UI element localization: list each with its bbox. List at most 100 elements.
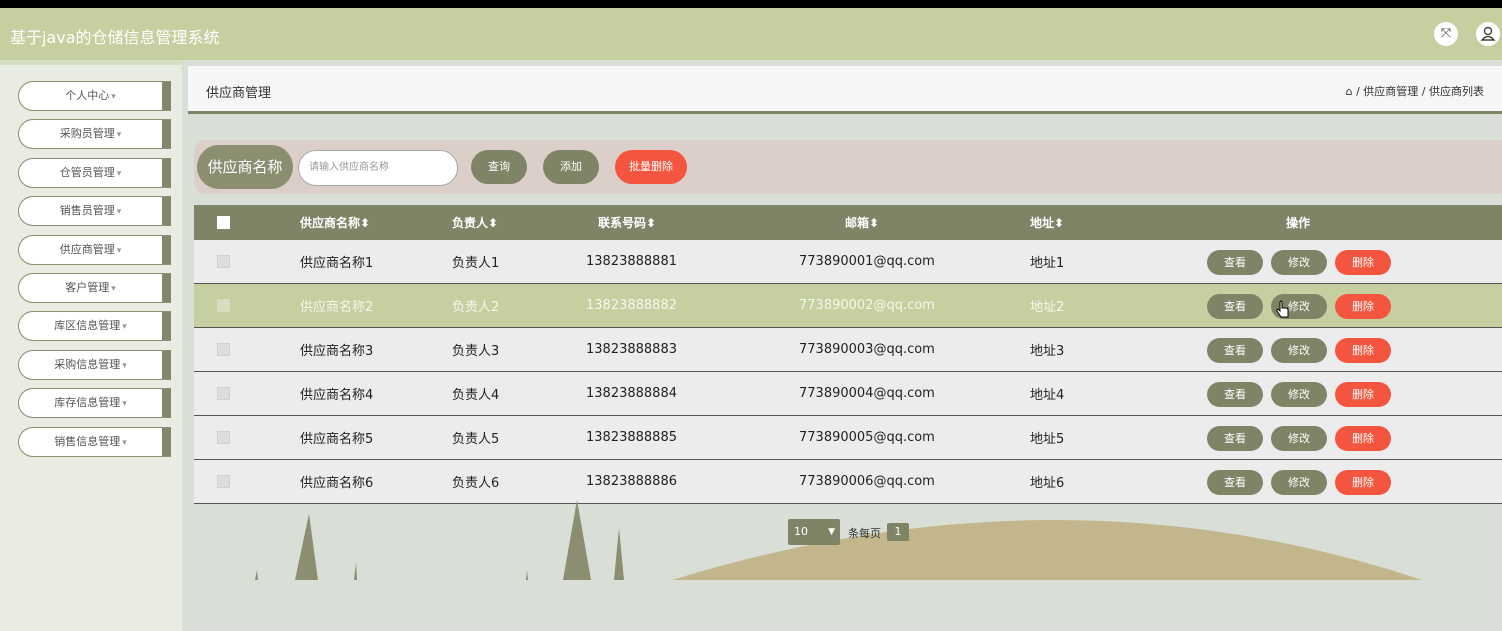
app-title: 基于java的仓储信息管理系统 (10, 28, 220, 47)
breadcrumb-text[interactable]: / 供应商管理 / 供应商列表 (1356, 85, 1484, 98)
view-button[interactable]: 查看 (1207, 338, 1263, 363)
search-bar: 供应商名称 请输入供应商名称 查询 添加 批量删除 (194, 140, 1502, 194)
breadcrumb: ⌂ / 供应商管理 / 供应商列表 (1346, 83, 1484, 99)
user-icon[interactable] (1476, 22, 1500, 46)
column-header[interactable]: 负责人 ⬍ (452, 205, 498, 240)
sidebar-item-label: 库区信息管理 (54, 319, 121, 333)
sidebar-item[interactable]: 库存信息管理 ▾ (18, 388, 171, 419)
table-cell-name: 供应商名称2 (300, 300, 374, 315)
table-cell-email: 773890004@qq.com (799, 386, 935, 401)
page-size-select[interactable]: 10 ▼ (788, 519, 840, 545)
table-cell-person: 负责人2 (452, 300, 500, 315)
delete-button[interactable]: 删除 (1335, 250, 1391, 275)
table-header: 供应商名称 ⬍ 负责人 ⬍ 联系号码 ⬍ 邮箱 ⬍ 地址 ⬍ 操作 (194, 205, 1502, 240)
caret-down-icon: ▾ (122, 360, 127, 371)
column-header: 操作 (1286, 216, 1311, 230)
sort-icon[interactable]: ⬍ (869, 216, 879, 230)
sidebar-item[interactable]: 客户管理 ▾ (18, 273, 171, 303)
row-checkbox[interactable] (217, 387, 230, 400)
row-checkbox[interactable] (217, 299, 230, 312)
sidebar-item[interactable]: 仓管员管理 ▾ (18, 157, 171, 188)
caret-down-icon: ▾ (116, 207, 122, 218)
table-cell-phone: 13823888883 (586, 342, 677, 357)
edit-button[interactable]: 修改 (1271, 426, 1327, 451)
table-cell-name: 供应商名称4 (300, 388, 374, 403)
sidebar-item[interactable]: 库区信息管理 ▾ (18, 311, 171, 342)
view-button[interactable]: 查看 (1207, 382, 1263, 407)
sidebar-item-label: 采购信息管理 (54, 357, 121, 371)
batch-delete-button[interactable]: 批量删除 (615, 150, 687, 184)
sort-icon[interactable]: ⬍ (1054, 216, 1064, 230)
table-cell-address: 地址4 (1030, 388, 1065, 403)
expand-icon[interactable]: ⤧ (1434, 22, 1458, 46)
caret-down-icon: ▾ (116, 168, 122, 179)
sidebar-item[interactable]: 销售员管理 ▾ (18, 196, 171, 227)
table-cell-phone: 13823888882 (586, 298, 677, 313)
view-button[interactable]: 查看 (1207, 250, 1263, 275)
edit-button[interactable]: 修改 (1271, 338, 1327, 363)
sidebar-item[interactable]: 销售信息管理 ▾ (18, 426, 171, 457)
table-cell-phone: 13823888881 (586, 254, 677, 269)
table-cell-address: 地址5 (1030, 432, 1065, 447)
table-body: 供应商名称1 负责人1 13823888881 773890001@qq.com 地址1… (194, 240, 1502, 504)
view-button[interactable]: 查看 (1207, 294, 1263, 319)
page-header: 供应商管理 ⌂ / 供应商管理 / 供应商列表 (188, 66, 1502, 114)
delete-button[interactable]: 删除 (1335, 426, 1391, 451)
sidebar-item-label: 销售信息管理 (54, 434, 121, 448)
delete-button[interactable]: 删除 (1335, 382, 1391, 407)
column-header[interactable]: 邮箱 ⬍ (845, 205, 879, 240)
caret-down-icon: ▾ (116, 245, 122, 256)
page-number[interactable]: 1 (887, 523, 909, 541)
select-all-checkbox[interactable] (217, 216, 230, 229)
table-row[interactable]: 供应商名称3 负责人3 13823888883 773890003@qq.com 地址3… (194, 328, 1502, 372)
edit-button[interactable]: 修改 (1271, 382, 1327, 407)
sort-icon[interactable]: ⬍ (360, 216, 370, 230)
table-cell-email: 773890001@qq.com (799, 254, 935, 269)
supplier-table: 供应商名称 ⬍ 负责人 ⬍ 联系号码 ⬍ 邮箱 ⬍ 地址 ⬍ 操作 供应商名称1 负责人1 1… (194, 205, 1502, 504)
column-header[interactable]: 供应商名称 ⬍ (300, 205, 370, 240)
sidebar-item-label: 供应商管理 (59, 242, 115, 256)
per-page-label: 条每页 (848, 527, 881, 540)
sidebar-item[interactable]: 供应商管理 ▾ (18, 234, 171, 265)
table-cell-name: 供应商名称1 (300, 256, 374, 271)
column-header[interactable]: 地址 ⬍ (1030, 205, 1064, 240)
caret-down-icon: ▾ (122, 437, 127, 448)
caret-down-icon: ▾ (116, 130, 122, 141)
caret-down-icon: ▾ (122, 399, 127, 410)
delete-button[interactable]: 删除 (1335, 338, 1391, 363)
column-header[interactable]: 联系号码 ⬍ (598, 205, 656, 240)
sidebar-item[interactable]: 采购员管理 ▾ (18, 119, 171, 150)
sort-icon[interactable]: ⬍ (488, 216, 498, 230)
table-row[interactable]: 供应商名称4 负责人4 13823888884 773890004@qq.com 地址4… (194, 372, 1502, 416)
sidebar: 个人中心 ▾ 采购员管理 ▾ 仓管员管理 ▾ 销售员管理 ▾ 供应商管理 ▾ 客户管理 ▾ 库区信息管理… (0, 60, 182, 631)
table-row[interactable]: 供应商名称5 负责人5 13823888885 773890005@qq.com 地址5… (194, 416, 1502, 460)
table-cell-person: 负责人5 (452, 432, 500, 447)
table-cell-address: 地址1 (1030, 256, 1065, 271)
sort-icon[interactable]: ⬍ (646, 216, 656, 230)
sidebar-item-label: 客户管理 (65, 281, 110, 294)
view-button[interactable]: 查看 (1207, 426, 1263, 451)
row-checkbox[interactable] (217, 475, 230, 488)
sidebar-item[interactable]: 个人中心 ▾ (18, 81, 171, 111)
add-button[interactable]: 添加 (543, 150, 599, 184)
table-row[interactable]: 供应商名称2 负责人2 13823888882 773890002@qq.com 地址2… (194, 284, 1502, 328)
top-bar: 基于java的仓储信息管理系统 ⤧ (0, 8, 1502, 60)
sidebar-item-label: 仓管员管理 (59, 165, 115, 179)
main-content: 供应商管理 ⌂ / 供应商管理 / 供应商列表 供应商名称 请输入供应商名称 查… (182, 60, 1502, 631)
table-cell-person: 负责人4 (452, 388, 500, 403)
caret-down-icon: ▾ (122, 322, 127, 333)
query-button[interactable]: 查询 (471, 150, 527, 184)
row-checkbox[interactable] (217, 343, 230, 356)
row-checkbox[interactable] (217, 255, 230, 268)
sidebar-item[interactable]: 采购信息管理 ▾ (18, 349, 171, 380)
edit-button[interactable]: 修改 (1271, 250, 1327, 275)
table-cell-person: 负责人3 (452, 344, 500, 359)
page-title: 供应商管理 (206, 86, 272, 101)
chevron-down-icon: ▼ (828, 527, 835, 537)
delete-button[interactable]: 删除 (1335, 294, 1391, 319)
table-row[interactable]: 供应商名称1 负责人1 13823888881 773890001@qq.com 地址1… (194, 240, 1502, 284)
sidebar-item-label: 销售员管理 (59, 204, 115, 218)
search-input[interactable]: 请输入供应商名称 (298, 150, 458, 186)
home-icon[interactable]: ⌂ (1346, 85, 1353, 98)
row-checkbox[interactable] (217, 431, 230, 444)
